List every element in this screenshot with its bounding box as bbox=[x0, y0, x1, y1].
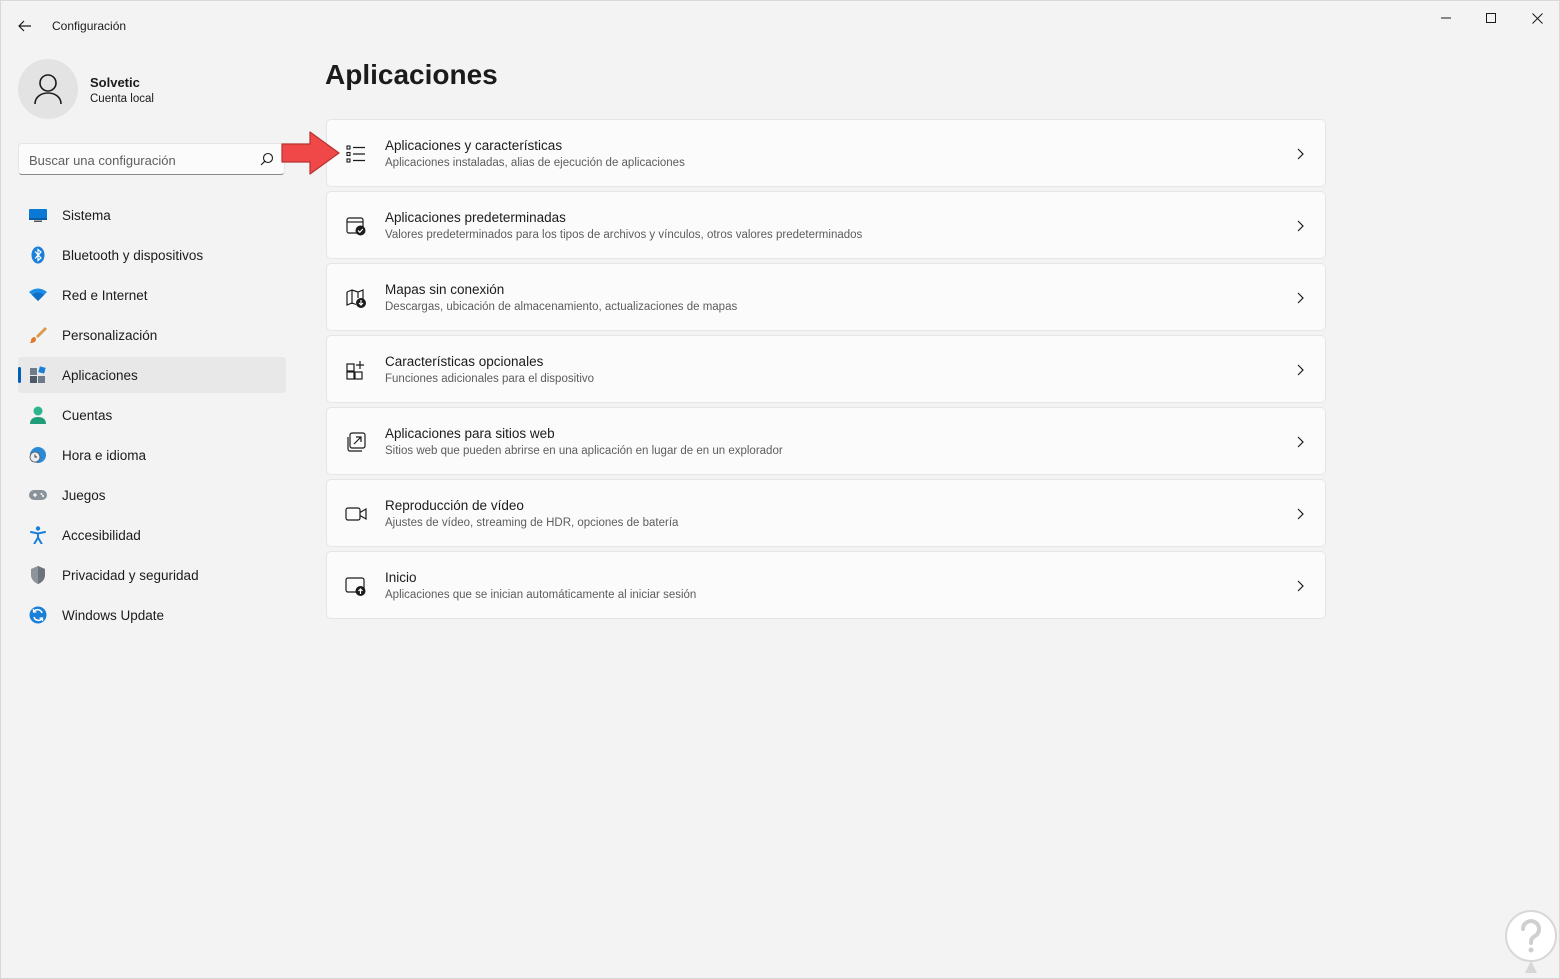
monitor-icon bbox=[29, 206, 47, 224]
gamepad-icon bbox=[29, 486, 47, 504]
sidebar-nav: Sistema Bluetooth y dispositivos Red e I… bbox=[18, 197, 286, 637]
sidebar-item-accesibilidad[interactable]: Accesibilidad bbox=[18, 517, 286, 553]
sidebar-item-hora[interactable]: Hora e idioma bbox=[18, 437, 286, 473]
search-icon[interactable] bbox=[260, 152, 274, 166]
card-title: Reproducción de vídeo bbox=[385, 498, 524, 513]
wifi-icon bbox=[29, 286, 47, 304]
search-input[interactable] bbox=[29, 150, 249, 170]
account-type: Cuenta local bbox=[90, 93, 154, 105]
card-title: Aplicaciones y características bbox=[385, 138, 563, 153]
card-inicio[interactable]: Inicio Aplicaciones que se inician autom… bbox=[326, 551, 1326, 619]
title-bar: Configuración bbox=[1, 1, 1559, 49]
sidebar-item-cuentas[interactable]: Cuentas bbox=[18, 397, 286, 433]
sidebar-item-label: Accesibilidad bbox=[62, 527, 141, 543]
settings-card-list: Aplicaciones y características Aplicacio… bbox=[326, 119, 1326, 623]
maximize-button[interactable] bbox=[1468, 1, 1514, 35]
card-aplicaciones-caracteristicas[interactable]: Aplicaciones y características Aplicacio… bbox=[326, 119, 1326, 187]
card-mapas-sin-conexion[interactable]: Mapas sin conexión Descargas, ubicación … bbox=[326, 263, 1326, 331]
card-subtitle: Aplicaciones instaladas, alias de ejecuc… bbox=[385, 157, 685, 169]
card-title: Inicio bbox=[385, 570, 417, 585]
map-download-icon bbox=[346, 289, 366, 308]
chevron-right-icon bbox=[1297, 220, 1304, 232]
card-title: Aplicaciones predeterminadas bbox=[385, 210, 566, 225]
bluetooth-icon bbox=[29, 246, 47, 264]
card-subtitle: Valores predeterminados para los tipos d… bbox=[385, 229, 863, 241]
sidebar-item-windows-update[interactable]: Windows Update bbox=[18, 597, 286, 633]
card-title: Aplicaciones para sitios web bbox=[385, 426, 555, 441]
maximize-icon bbox=[1486, 13, 1496, 23]
list-icon bbox=[346, 145, 365, 163]
avatar[interactable] bbox=[18, 59, 78, 119]
card-subtitle: Ajustes de vídeo, streaming de HDR, opci… bbox=[385, 517, 679, 529]
sidebar-item-label: Privacidad y seguridad bbox=[62, 567, 199, 583]
sidebar-item-label: Red e Internet bbox=[62, 287, 148, 303]
sidebar-item-sistema[interactable]: Sistema bbox=[18, 197, 286, 233]
back-button[interactable] bbox=[11, 13, 39, 39]
minimize-icon bbox=[1441, 17, 1451, 19]
chevron-right-icon bbox=[1297, 436, 1304, 448]
card-reproduccion-video[interactable]: Reproducción de vídeo Ajustes de vídeo, … bbox=[326, 479, 1326, 547]
annotation-arrow-icon bbox=[281, 131, 340, 175]
clock-globe-icon bbox=[29, 446, 47, 464]
sidebar-item-label: Juegos bbox=[62, 487, 106, 503]
person-icon bbox=[29, 406, 47, 424]
card-subtitle: Aplicaciones que se inician automáticame… bbox=[385, 589, 697, 601]
accessibility-icon bbox=[29, 526, 47, 544]
person-avatar-icon bbox=[34, 74, 62, 105]
chevron-right-icon bbox=[1297, 580, 1304, 592]
sidebar-item-juegos[interactable]: Juegos bbox=[18, 477, 286, 513]
card-subtitle: Descargas, ubicación de almacenamiento, … bbox=[385, 301, 738, 313]
card-subtitle: Funciones adicionales para el dispositiv… bbox=[385, 373, 595, 385]
sidebar-item-label: Cuentas bbox=[62, 407, 113, 423]
startup-icon bbox=[345, 577, 366, 596]
open-in-app-icon bbox=[347, 432, 366, 452]
video-icon bbox=[345, 507, 367, 521]
chevron-right-icon bbox=[1297, 508, 1304, 520]
sidebar-item-label: Bluetooth y dispositivos bbox=[62, 247, 204, 263]
apps-icon bbox=[29, 366, 47, 384]
add-grid-icon bbox=[346, 361, 364, 380]
sidebar-item-bluetooth[interactable]: Bluetooth y dispositivos bbox=[18, 237, 286, 273]
sidebar-item-label: Hora e idioma bbox=[62, 447, 147, 463]
card-caracteristicas-opcionales[interactable]: Características opcionales Funciones adi… bbox=[326, 335, 1326, 403]
page-title: Aplicaciones bbox=[325, 59, 498, 90]
solvetic-logo-icon bbox=[1505, 910, 1557, 973]
back-arrow-icon bbox=[18, 20, 31, 32]
sidebar-item-label: Personalización bbox=[62, 327, 158, 343]
sidebar-item-label: Sistema bbox=[62, 207, 111, 223]
app-title: Configuración bbox=[52, 19, 127, 33]
chevron-right-icon bbox=[1297, 364, 1304, 376]
chevron-right-icon bbox=[1297, 292, 1304, 304]
default-apps-icon bbox=[346, 217, 366, 236]
sidebar-item-label: Windows Update bbox=[62, 607, 165, 623]
sidebar-item-aplicaciones[interactable]: Aplicaciones bbox=[18, 357, 286, 393]
sidebar-item-red[interactable]: Red e Internet bbox=[18, 277, 286, 313]
card-title: Características opcionales bbox=[385, 354, 544, 369]
card-aplicaciones-predeterminadas[interactable]: Aplicaciones predeterminadas Valores pre… bbox=[326, 191, 1326, 259]
settings-window: Configuración Solvetic Cuenta local Busc… bbox=[0, 0, 1560, 979]
brush-icon bbox=[29, 326, 47, 344]
card-aplicaciones-sitios-web[interactable]: Aplicaciones para sitios web Sitios web … bbox=[326, 407, 1326, 475]
update-icon bbox=[29, 606, 47, 624]
sidebar-item-personalizacion[interactable]: Personalización bbox=[18, 317, 286, 353]
chevron-right-icon bbox=[1297, 148, 1304, 160]
card-subtitle: Sitios web que pueden abrirse en una apl… bbox=[385, 445, 783, 457]
search-box bbox=[18, 143, 285, 175]
close-icon bbox=[1531, 12, 1543, 24]
sidebar-item-privacidad[interactable]: Privacidad y seguridad bbox=[18, 557, 286, 593]
sidebar-item-label: Aplicaciones bbox=[62, 367, 138, 383]
shield-icon bbox=[29, 566, 47, 584]
minimize-button[interactable] bbox=[1423, 1, 1469, 35]
user-name: Solvetic bbox=[90, 75, 140, 90]
card-title: Mapas sin conexión bbox=[385, 282, 505, 297]
close-button[interactable] bbox=[1514, 1, 1560, 35]
